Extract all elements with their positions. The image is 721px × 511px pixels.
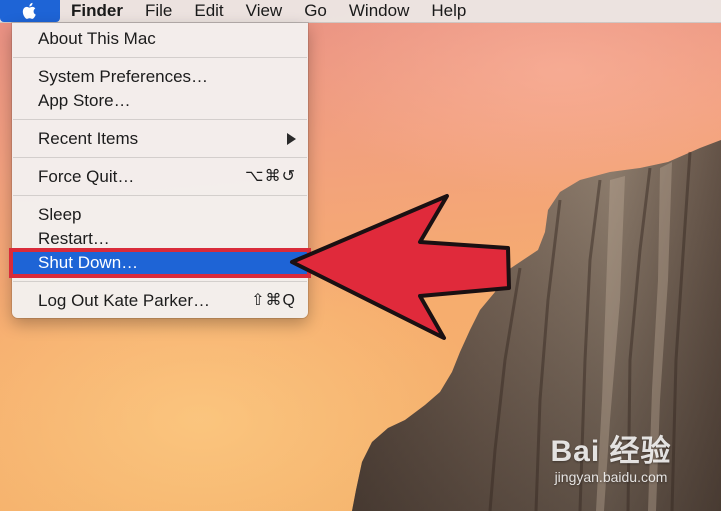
menu-item-label: System Preferences… (38, 67, 209, 86)
menu-item-label: Restart… (38, 229, 110, 248)
menu-item-force-quit[interactable]: Force Quit… ⌥⌘↺ (12, 165, 308, 189)
menu-view[interactable]: View (235, 0, 294, 22)
baidu-watermark: Bai 经验 jingyan.baidu.com (541, 435, 681, 495)
menu-item-restart[interactable]: Restart… (12, 227, 308, 251)
menu-separator (13, 195, 307, 196)
menu-item-system-preferences[interactable]: System Preferences… (12, 65, 308, 89)
submenu-triangle-icon (287, 133, 296, 145)
apple-menu-button[interactable] (0, 0, 60, 22)
apple-icon (22, 2, 36, 19)
watermark-logo: Bai 经验 (550, 435, 672, 468)
watermark-url: jingyan.baidu.com (554, 469, 668, 485)
menu-separator (13, 157, 307, 158)
menu-item-sleep[interactable]: Sleep (12, 203, 308, 227)
menu-separator (13, 119, 307, 120)
menu-file[interactable]: File (134, 0, 183, 22)
menu-go[interactable]: Go (293, 0, 338, 22)
menu-finder[interactable]: Finder (60, 0, 134, 22)
desktop: Finder File Edit View Go Window Help Abo… (0, 0, 721, 511)
menu-item-recent-items[interactable]: Recent Items (12, 127, 308, 151)
menu-item-label: Log Out Kate Parker… (38, 291, 210, 310)
menu-edit[interactable]: Edit (183, 0, 234, 22)
menu-bar: Finder File Edit View Go Window Help (0, 0, 721, 23)
menu-item-about-this-mac[interactable]: About This Mac (12, 27, 308, 51)
menu-window[interactable]: Window (338, 0, 420, 22)
apple-menu-dropdown: About This Mac System Preferences… App S… (9, 23, 311, 318)
menu-item-label: About This Mac (38, 29, 156, 48)
force-quit-shortcut: ⌥⌘↺ (245, 168, 296, 185)
menu-item-app-store[interactable]: App Store… (12, 89, 308, 113)
menu-separator (13, 281, 307, 282)
menu-item-label: App Store… (38, 91, 131, 110)
log-out-shortcut: ⇧⌘Q (251, 292, 296, 309)
menu-separator (13, 57, 307, 58)
menu-help[interactable]: Help (420, 0, 477, 22)
menu-item-label: Sleep (38, 205, 82, 224)
menu-item-log-out[interactable]: Log Out Kate Parker… ⇧⌘Q (12, 289, 308, 313)
menu-item-label: Force Quit… (38, 167, 135, 186)
menu-item-label: Shut Down… (38, 253, 139, 272)
menu-item-label: Recent Items (38, 129, 139, 148)
menu-item-shut-down[interactable]: Shut Down… (9, 248, 311, 278)
